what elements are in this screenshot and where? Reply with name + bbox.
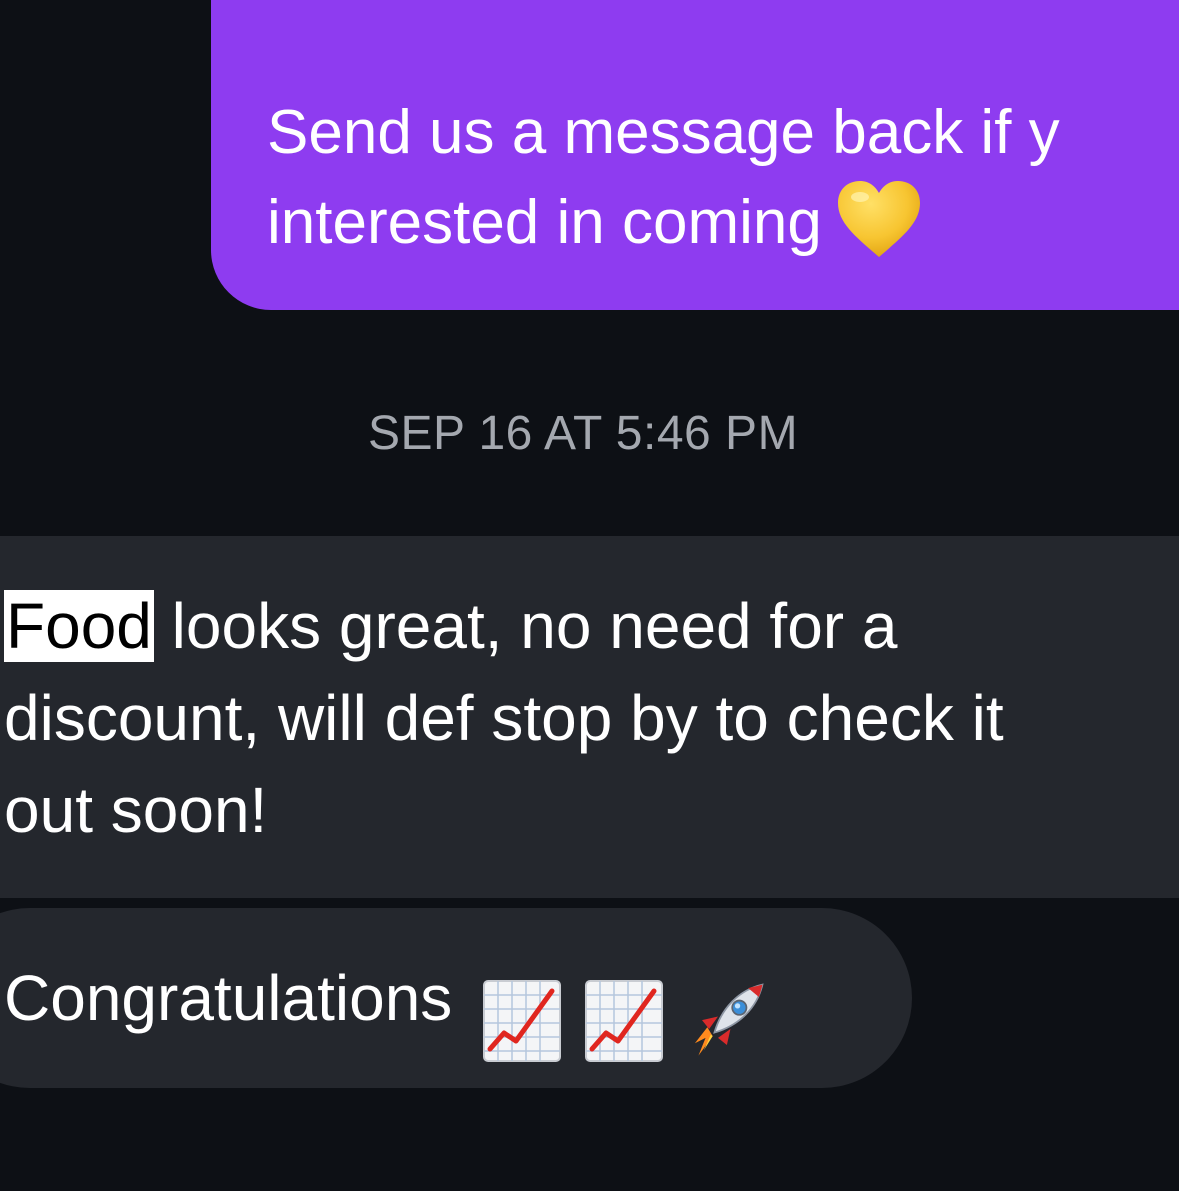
sent-message-text: Send us a message back if y interested i… [267, 88, 1179, 268]
received-message-line-3: out soon! [4, 774, 268, 846]
sent-message-line-2-text: interested in coming [267, 188, 822, 257]
yellow-heart-icon [837, 181, 920, 257]
received-message-line-1-rest: looks great, no need for a [153, 590, 898, 662]
congratulations-text: Congratulations [4, 962, 453, 1034]
sent-message-line-1: Send us a message back if y [267, 98, 1060, 167]
received-message-line-2: discount, will def stop by to check it [4, 682, 1004, 754]
chat-screen: Send us a message back if y interested i… [0, 0, 1179, 1191]
received-message-text: Food looks great, no need for a discount… [4, 580, 1179, 856]
sent-message-line-2: interested in coming [267, 178, 1179, 268]
received-message-2-text: Congratulations [4, 952, 788, 1065]
rocket-icon [695, 983, 764, 1056]
chart-increasing-icon [483, 980, 562, 1063]
chart-increasing-icon-2 [585, 980, 664, 1063]
selected-word-highlight[interactable]: Food [4, 590, 154, 662]
emoji-row [482, 970, 788, 1065]
received-message-line-1: Food looks great, no need for a [4, 580, 1179, 672]
message-timestamp: SEP 16 AT 5:46 PM [367, 407, 799, 460]
